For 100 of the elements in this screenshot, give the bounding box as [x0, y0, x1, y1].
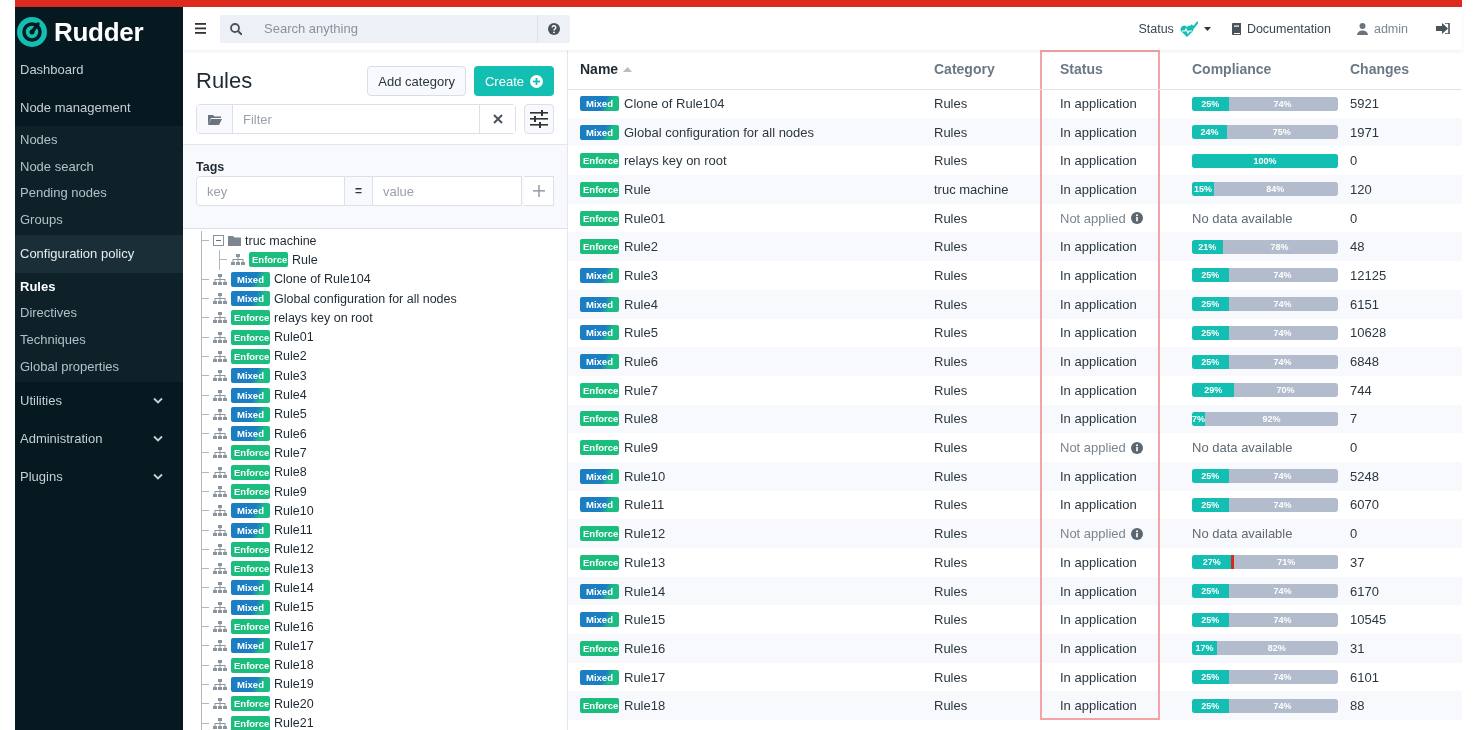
rule-name-link[interactable]: Rule10 [624, 468, 666, 484]
rule-name-link[interactable]: Rule14 [624, 583, 666, 599]
column-header[interactable]: Changes [1350, 61, 1410, 78]
filter-options-button[interactable] [524, 104, 554, 134]
sidebar-section[interactable]: Plugins [15, 457, 183, 496]
sitemap-icon [213, 293, 227, 305]
rule-name-link[interactable]: Rule4 [624, 296, 658, 312]
sidebar-item[interactable]: Node search [15, 153, 183, 181]
rule-label[interactable]: Rule01 [274, 330, 314, 345]
rule-label[interactable]: relays key on root [274, 310, 373, 325]
rule-name-link[interactable]: Rule11 [624, 497, 665, 513]
sidebar-item[interactable]: Pending nodes [15, 180, 183, 208]
sidebar-item[interactable]: Global properties [15, 353, 183, 381]
add-category-button[interactable]: Add category [367, 66, 466, 96]
rule-label[interactable]: Rule8 [274, 465, 307, 480]
plus-circle-icon [530, 74, 543, 88]
rule-label[interactable]: Rule16 [274, 619, 314, 634]
clear-icon[interactable] [492, 114, 503, 124]
filter-field[interactable]: Filter [196, 104, 516, 134]
sidebar-section[interactable]: Node management [15, 88, 183, 126]
mode-badge: Enforce [580, 640, 619, 656]
sitemap-icon [231, 254, 245, 266]
rule-name-link[interactable]: relays key on root [624, 153, 727, 169]
rule-name-link[interactable]: Rule8 [624, 411, 658, 427]
changes-count: 1971 [1350, 124, 1379, 140]
user-menu[interactable]: admin [1356, 21, 1408, 36]
rule-name-link[interactable]: Rule5 [624, 325, 658, 341]
rule-name-link[interactable]: Rule6 [624, 354, 658, 370]
mode-badge: Enforce [580, 239, 619, 255]
rule-name-link[interactable]: Rule [624, 181, 651, 197]
sidebar-section[interactable]: Configuration policy [15, 234, 183, 273]
sidebar-section[interactable]: Utilities [15, 381, 183, 420]
rule-name-link[interactable]: Rule3 [624, 267, 658, 283]
rule-label[interactable]: Clone of Rule104 [274, 272, 371, 287]
documentation-link[interactable]: Documentation [1230, 21, 1331, 36]
sidebar-section[interactable]: Dashboard [15, 50, 183, 88]
tag-value-field[interactable]: value [372, 176, 522, 206]
rule-label[interactable]: Rule9 [274, 484, 307, 499]
rule-label[interactable]: Rule14 [274, 581, 314, 595]
rule-label[interactable]: Rule [292, 252, 318, 267]
rule-name-link[interactable]: Rule13 [624, 554, 666, 570]
rule-label[interactable]: Rule17 [274, 638, 314, 653]
rule-label[interactable]: Rule2 [274, 349, 307, 364]
rule-label[interactable]: Rule19 [274, 677, 314, 692]
rule-label[interactable]: Rule6 [274, 426, 307, 441]
rule-label[interactable]: Rule3 [274, 368, 307, 383]
rule-name-link[interactable]: Rule18 [624, 698, 666, 714]
column-header[interactable]: Status [1060, 61, 1103, 78]
rule-label[interactable]: Rule20 [274, 696, 314, 711]
rule-name-link[interactable]: Rule9 [624, 440, 658, 456]
category-text: Rules [934, 96, 968, 112]
rule-label[interactable]: Rule4 [274, 388, 307, 402]
changes-count: 0 [1350, 440, 1358, 456]
compliance-segment: 25% [1192, 670, 1229, 685]
rule-name-link[interactable]: Rule2 [624, 239, 658, 255]
sidebar-item[interactable]: Rules [15, 273, 183, 301]
logout-icon[interactable] [1436, 23, 1450, 34]
mode-badge: Mixed [580, 267, 619, 283]
rule-name-link[interactable]: Rule17 [624, 669, 666, 685]
mode-badge: Enforce [231, 561, 270, 577]
rule-label[interactable]: Rule21 [274, 716, 314, 730]
sidebar-item[interactable]: Groups [15, 207, 183, 234]
chevron-down-icon [153, 473, 163, 480]
rule-name-link[interactable]: Rule12 [624, 526, 666, 542]
column-header[interactable]: Compliance [1192, 61, 1272, 78]
add-tag-icon[interactable] [532, 185, 545, 197]
mode-badge: Enforce [231, 464, 270, 480]
category-text: Rules [934, 554, 968, 570]
rule-label[interactable]: Rule13 [274, 561, 314, 576]
category-label[interactable]: truc machine [245, 233, 317, 248]
help-icon[interactable] [548, 22, 560, 35]
rule-name-link[interactable]: Global configuration for all nodes [624, 124, 815, 140]
sidebar-item[interactable]: Techniques [15, 327, 183, 354]
column-header[interactable]: Name [580, 61, 619, 78]
rule-name-link[interactable]: Rule16 [624, 640, 666, 656]
sidebar-section[interactable]: Administration [15, 419, 183, 458]
rule-label[interactable]: Rule7 [274, 445, 307, 460]
tag-key-field[interactable]: key [196, 176, 345, 206]
compliance-segment: 25% [1192, 268, 1229, 283]
rule-name-link[interactable]: Rule01 [624, 210, 666, 226]
rule-label[interactable]: Rule18 [274, 658, 314, 673]
column-header[interactable]: Category [934, 61, 995, 78]
category-text: Rules [934, 239, 968, 255]
sitemap-icon [213, 698, 227, 710]
status-text: In application [1060, 153, 1137, 169]
rule-label[interactable]: Rule15 [274, 600, 314, 615]
collapse-icon[interactable] [213, 235, 224, 247]
rule-label[interactable]: Global configuration for all nodes [274, 291, 457, 306]
rule-label[interactable]: Rule11 [274, 523, 313, 538]
rule-name-link[interactable]: Clone of Rule104 [624, 96, 725, 112]
status-menu[interactable]: Status [1138, 20, 1211, 37]
rule-name-link[interactable]: Rule7 [624, 382, 658, 398]
rule-label[interactable]: Rule12 [274, 542, 314, 557]
menu-icon[interactable] [195, 23, 206, 34]
search-field[interactable]: Search anything [220, 14, 570, 43]
rule-name-link[interactable]: Rule15 [624, 612, 666, 628]
rule-label[interactable]: Rule5 [274, 407, 307, 422]
sidebar-item[interactable]: Directives [15, 300, 183, 328]
rule-label[interactable]: Rule10 [274, 503, 314, 518]
sidebar-item[interactable]: Nodes [15, 127, 183, 154]
